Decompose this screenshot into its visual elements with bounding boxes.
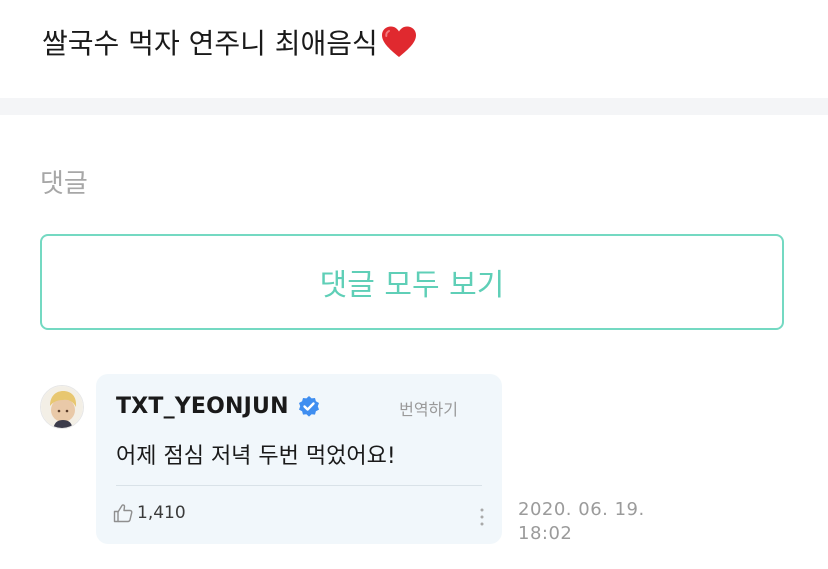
more-vertical-icon[interactable] (478, 507, 486, 527)
section-divider (0, 98, 828, 115)
avatar[interactable] (40, 385, 84, 429)
heart-icon (380, 25, 418, 59)
thumbs-up-icon (112, 502, 134, 524)
comment-body: 어제 점심 저녁 두번 먹었어요! (116, 444, 396, 469)
post-detail-page: 쌀국수 먹자 연주니 최애음식 댓글 댓글 모두 보기 TXT_YEONJUN (0, 0, 828, 569)
verified-badge-icon (297, 395, 321, 419)
comment-date: 2020. 06. 19. (518, 499, 645, 520)
comment-time: 18:02 (518, 523, 573, 544)
post-text-content: 쌀국수 먹자 연주니 최애음식 (42, 27, 378, 60)
view-all-comments-button[interactable]: 댓글 모두 보기 (40, 234, 784, 330)
like-button[interactable]: 1,410 (112, 502, 186, 524)
comment-divider (116, 485, 482, 486)
comment-timestamp: 2020. 06. 19. 18:02 (518, 498, 645, 546)
comments-section-title: 댓글 (40, 169, 88, 199)
comment-author-row: TXT_YEONJUN (116, 394, 321, 419)
comment-author-name[interactable]: TXT_YEONJUN (116, 394, 289, 419)
post-text: 쌀국수 먹자 연주니 최애음식 (42, 22, 418, 62)
comment-bubble: TXT_YEONJUN 번역하기 어제 점심 저녁 두번 먹었어요! 1,410 (96, 374, 502, 544)
translate-button[interactable]: 번역하기 (399, 396, 458, 420)
like-count: 1,410 (137, 503, 186, 523)
